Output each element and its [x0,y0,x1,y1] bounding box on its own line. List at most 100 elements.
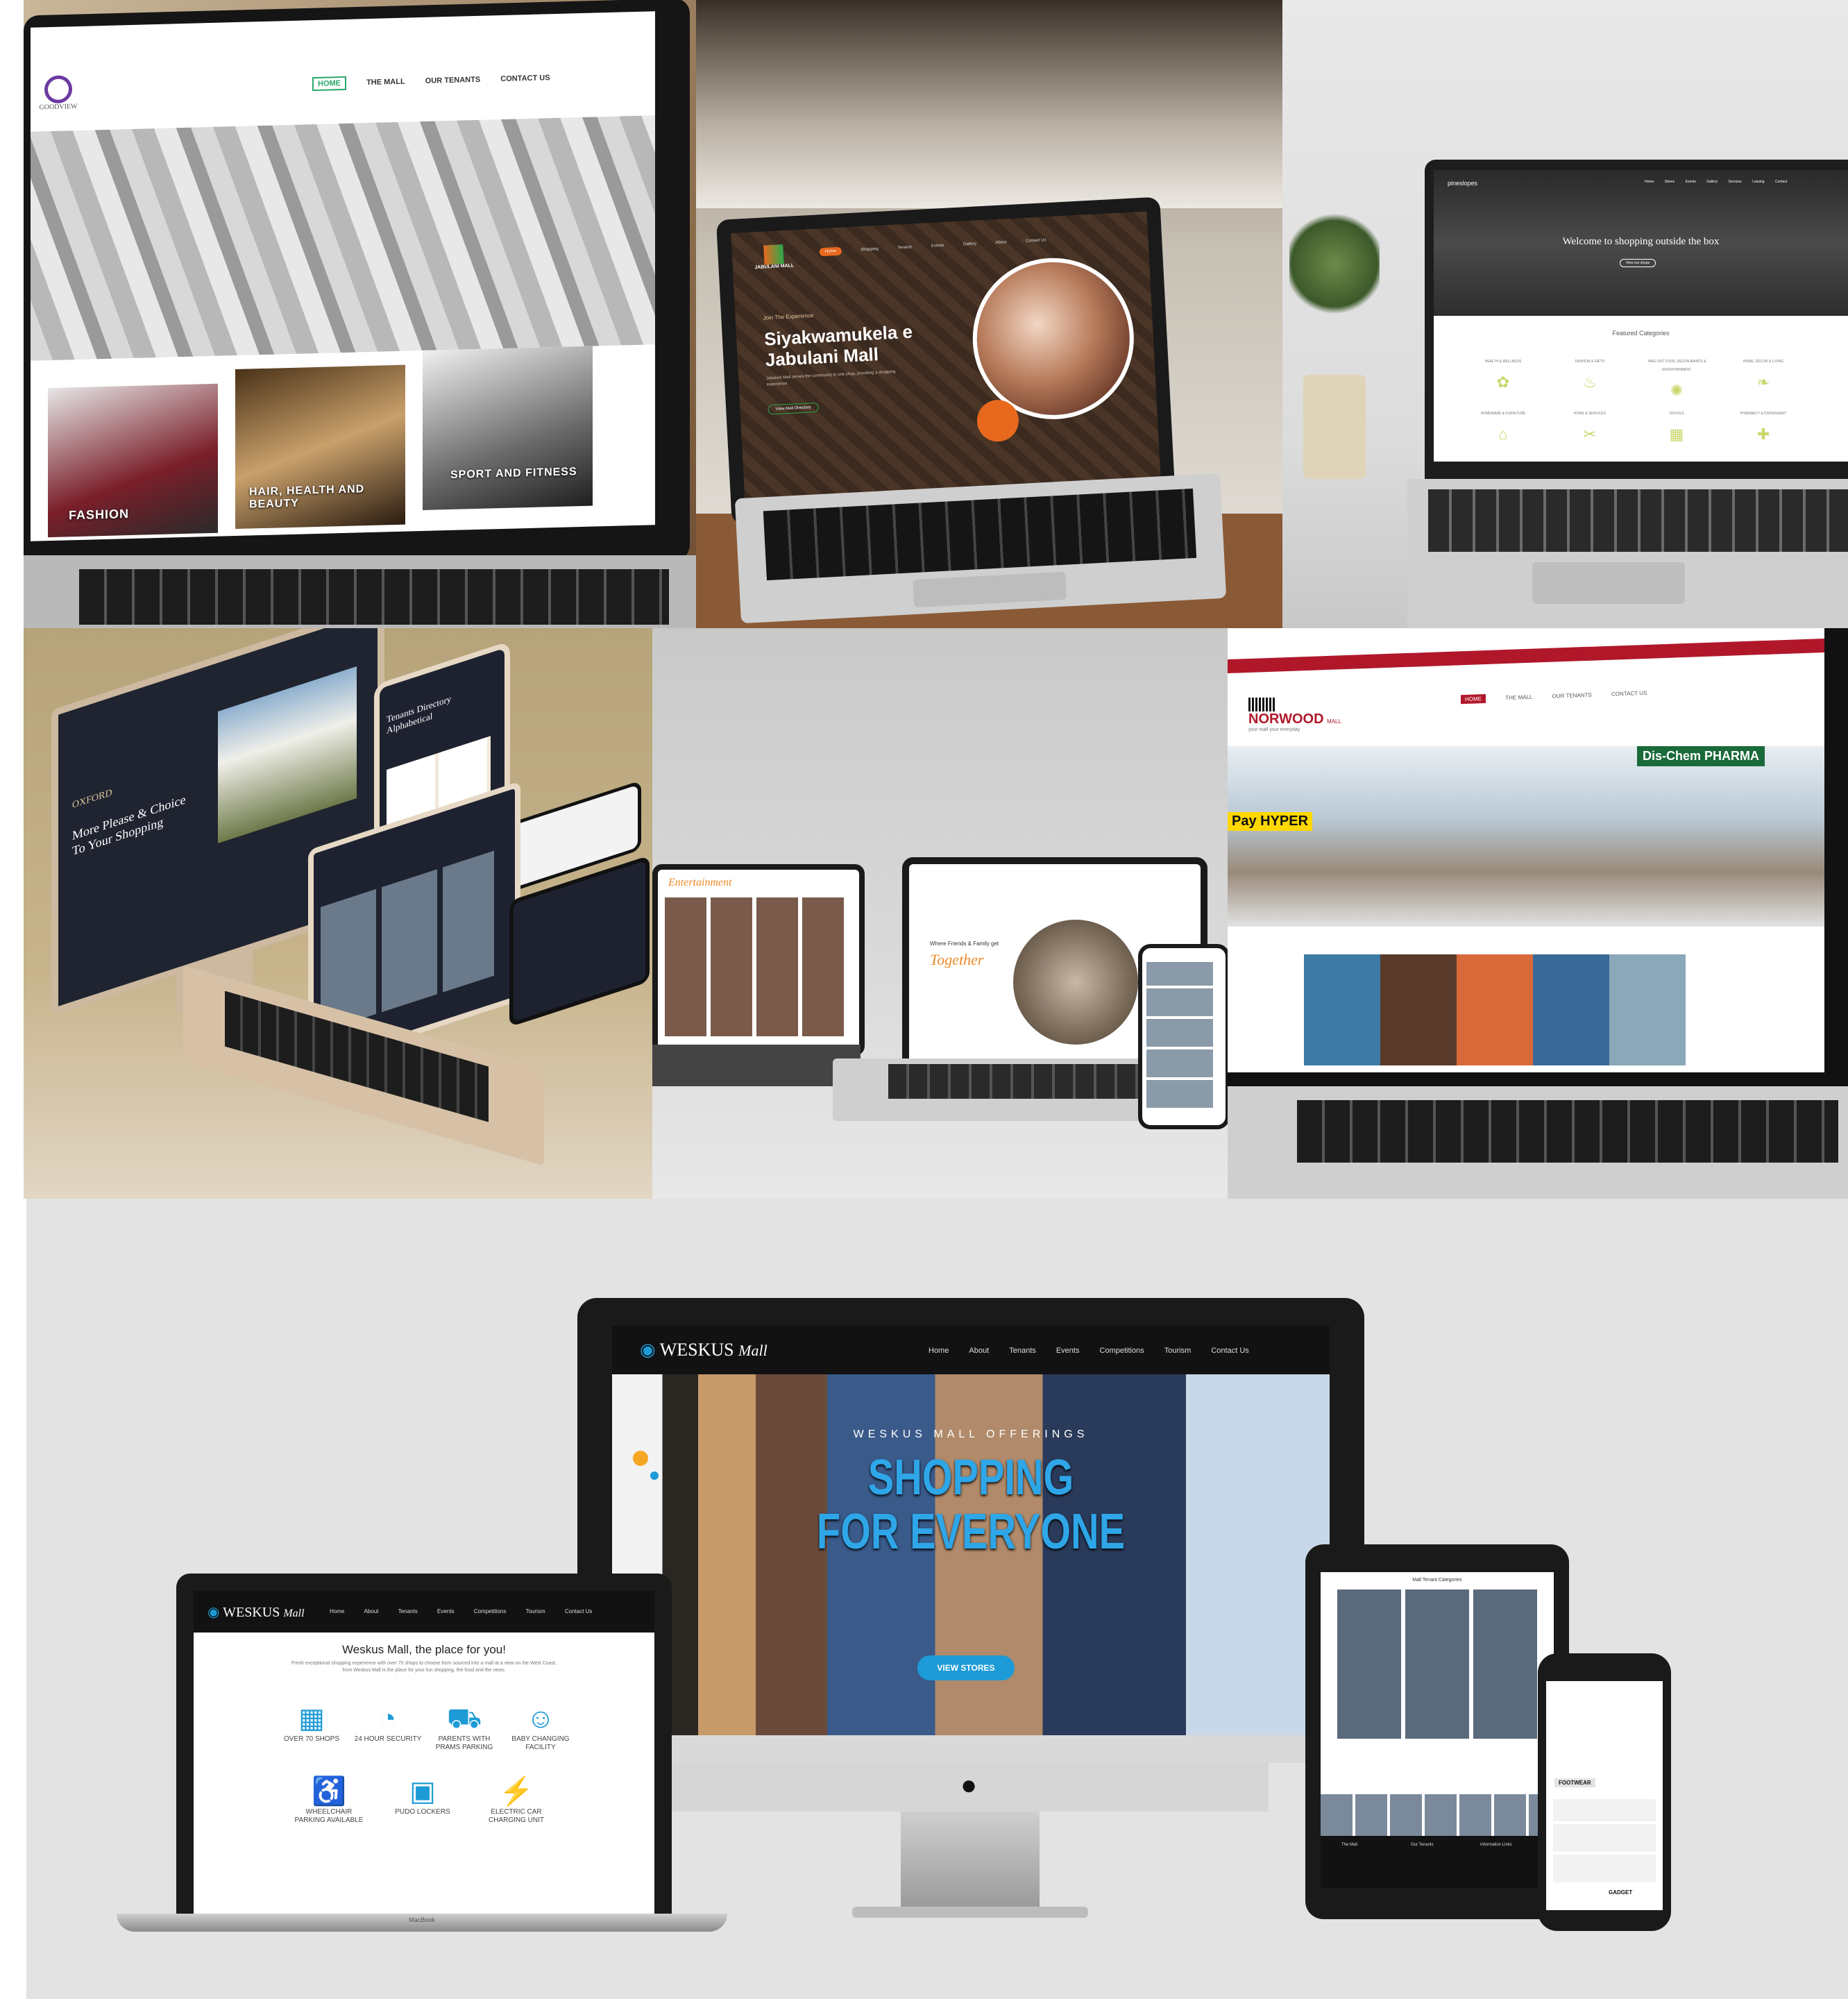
nav-tourism[interactable]: Tourism [1164,1347,1192,1355]
nav-leasing[interactable]: Leasing [1752,180,1765,184]
nav-tenants[interactable]: Tenants [1009,1347,1036,1355]
mall-circle-image [1013,920,1138,1045]
nav-home[interactable]: HOME [312,76,346,92]
weskus-nav: Home About Tenants Events Competitions T… [910,1347,1249,1355]
nav-gallery[interactable]: Gallery [1706,180,1718,184]
store-icon: ▦ [298,1703,325,1734]
category-icon: ▦ [1669,425,1684,443]
hero-title-line2: FOR EVERYONE [816,1504,1126,1560]
phone-device [1138,944,1228,1129]
phone-gadget-banner: GADGET [1609,1889,1633,1896]
sport-fitness-card[interactable]: SPORT AND FITNESS [423,346,593,510]
nav-events[interactable]: Events [1056,1347,1080,1355]
nav-events[interactable]: Events [1686,180,1696,184]
nav-home[interactable]: Home [819,246,842,257]
laptop-kicker: Where Friends & Family get [930,941,999,947]
goodview-logo-text: GOODVIEW [39,103,78,112]
nav-about[interactable]: About [995,240,1006,245]
nav-home[interactable]: Home [929,1347,949,1355]
nav-services[interactable]: Services [1729,180,1742,184]
laptop-keyboard [24,555,696,628]
category-card[interactable]: Take Out Food, Restaurants & Entertainme… [1638,357,1715,407]
hero-button[interactable]: View our shops [1620,259,1656,267]
norwood-nav: HOME THE MALL OUR TENANTS CONTACT US [1443,689,1647,705]
norwood-logo-text: NORWOOD [1248,711,1324,727]
category-card[interactable]: Home & Services ✂ [1552,410,1628,451]
nav-contact-us[interactable]: CONTACT US [1611,690,1647,698]
amenity-label: OVER 70 SHOPS [283,1735,340,1743]
tablet-title: Mall Tenant Categories [1412,1578,1462,1583]
stroller-icon: ⛟ [446,1703,482,1734]
nav-the-mall[interactable]: THE MALL [1505,694,1532,701]
norwood-top-bar [1228,638,1824,674]
weskus-eye-icon: ◉ [207,1605,220,1620]
nav-our-tenants[interactable]: OUR TENANTS [1552,692,1592,700]
nav-contact-us[interactable]: Contact Us [1211,1347,1248,1355]
amenity-prams: ⛟ PARENTS WITH PRAMS PARKING [430,1702,499,1752]
pineslopes-nav: Home Stores Events Gallery Services Leas… [1635,180,1787,184]
nav-home[interactable]: Home [330,1608,344,1614]
nav-events[interactable]: Events [931,244,944,248]
amenity-ev-charging: ⚡ ELECTRIC CAR CHARGING UNIT [482,1775,551,1825]
directory-button[interactable]: View Mall Directory [768,402,820,415]
hair-health-beauty-card[interactable]: HAIR, HEALTH AND BEAUTY [235,364,405,530]
category-card[interactable]: Health & Wellness ✿ [1465,357,1541,399]
fashion-card[interactable]: FASHION [48,383,218,538]
nav-home[interactable]: Home [1645,180,1654,184]
category-icon: ✺ [1670,382,1684,399]
tablet-photo-grid [665,897,845,1036]
category-label: Health & Wellness [1484,360,1522,364]
nav-contact[interactable]: Contact [1775,180,1787,184]
nav-tenants[interactable]: Tenants [897,245,912,250]
category-icon: ♨ [1583,373,1597,391]
nav-tenants[interactable]: Tenants [398,1608,418,1614]
amenity-security: ◔ 24 HOUR SECURITY [353,1702,423,1744]
nav-home[interactable]: HOME [1461,693,1486,705]
category-card[interactable]: Homeware & Furniture ⌂ [1465,410,1541,451]
category-card[interactable]: Home, Décor & Living ❧ [1725,357,1802,399]
pineslopes-logo: pineslopes [1448,180,1478,187]
jabulani-nav: Home Shopping Tenants Events Gallery Abo… [802,236,1046,257]
nav-contact-us[interactable]: Contact Us [565,1608,593,1614]
store-sign-pay: Pay HYPER [1228,812,1313,831]
goodview-screen: GOODVIEW HOME THE MALL OUR TENANTS CONTA… [31,11,655,541]
category-card[interactable]: Pharmacy & Dispensary ✚ [1725,410,1802,451]
category-label: Homeware & Furniture [1480,412,1526,416]
nav-gallery[interactable]: Gallery [963,242,976,246]
nav-competitions[interactable]: Competitions [1100,1347,1144,1355]
pineslopes-screen: pineslopes Home Stores Events Gallery Se… [1434,170,1848,462]
security-icon: ◔ [379,1703,397,1734]
nav-stores[interactable]: Stores [1665,180,1675,184]
tablet-keyboard [652,1045,861,1086]
view-stores-button[interactable]: VIEW STORES [917,1655,1015,1680]
laptop-base: MacBook [117,1914,727,1932]
shoppers-circle-image [968,253,1138,423]
hero-title: Welcome to shopping outside the box [1562,236,1720,247]
weskus-phone-screen: FOOTWEAR GADGET [1546,1681,1663,1910]
norwood-screen: NORWOOD MALL your mall your everyday HOM… [1228,628,1824,1072]
nav-shopping[interactable]: Shopping [861,247,879,252]
nav-the-mall[interactable]: THE MALL [366,78,405,87]
category-icon: ✿ [1496,373,1510,391]
category-card[interactable]: Offices ▦ [1638,410,1715,451]
nav-about[interactable]: About [364,1608,379,1614]
amenity-baby: ☺ BABY CHANGING FACILITY [506,1702,575,1752]
nav-contact-us[interactable]: CONTACT US [500,74,550,83]
nav-tourism[interactable]: Tourism [526,1608,545,1614]
baby-icon: ☺ [526,1703,555,1734]
nav-events[interactable]: Events [437,1608,454,1614]
category-icon: ✚ [1756,425,1770,443]
tablet-title: Tenants Directory Alphabetical [387,693,452,736]
category-label: Pharmacy & Dispensary [1740,412,1787,416]
nav-about[interactable]: About [969,1347,989,1355]
category-card[interactable]: Fashion & Gifts ♨ [1552,357,1628,399]
nav-competitions[interactable]: Competitions [474,1608,507,1614]
section-title: Featured Categories [1612,330,1670,337]
nav-our-tenants[interactable]: OUR TENANTS [425,76,480,85]
nav-contact-us[interactable]: Contact Us [1026,238,1046,244]
amenity-label: WHEELCHAIR PARKING AVAILABLE [294,1808,364,1824]
hero-heading: Siyakwamukela e Jabulani Mall [763,321,914,370]
laptop-logo-text: WESKUS [223,1605,280,1620]
norwood-tagline: your mall your everyday [1248,727,1300,732]
jabulani-screen: JABULANI MALL Home Shopping Tenants Even… [731,211,1161,504]
